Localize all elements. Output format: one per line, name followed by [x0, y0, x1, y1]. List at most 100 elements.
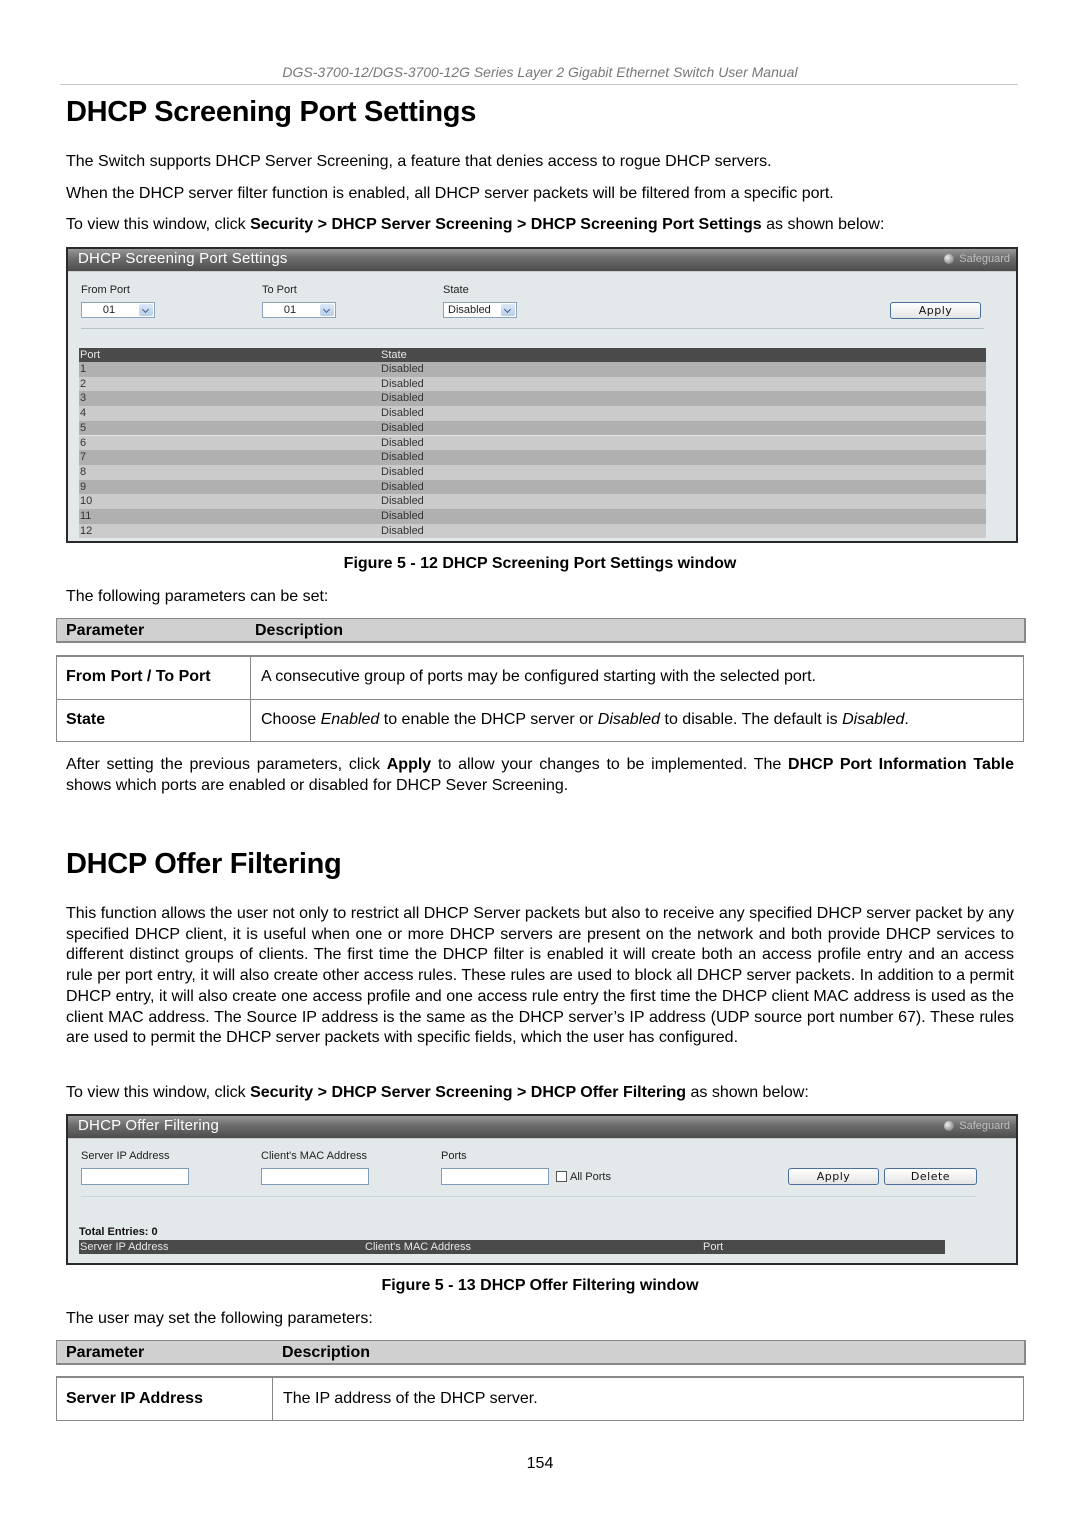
ports-input[interactable] — [441, 1168, 549, 1185]
desc-text: Choose — [261, 711, 321, 728]
safeguard-icon — [944, 254, 955, 264]
state-cell: Disabled — [381, 451, 424, 464]
window-titlebar: DHCP Screening Port Settings Safeguard — [68, 249, 1016, 272]
port-cell: 12 — [80, 524, 93, 537]
desc-text: . — [904, 711, 909, 728]
param-name: Server IP Address — [66, 1390, 203, 1407]
port-cell: 11 — [80, 510, 92, 522]
server-ip-label: Server IP Address — [81, 1150, 170, 1162]
desc-text: to disable. The default is — [660, 711, 843, 728]
para-text: After setting the previous parameters, c… — [66, 756, 387, 773]
param-name: State — [66, 711, 106, 728]
parameters-intro: The following parameters can be set: — [66, 588, 329, 605]
window-title: DHCP Screening Port Settings — [78, 250, 288, 267]
form-divider — [81, 328, 984, 329]
port-table-header: Port State — [79, 348, 986, 362]
chevron-down-icon — [320, 304, 334, 316]
port-cell: 1 — [80, 363, 87, 375]
apply-button[interactable]: Apply — [890, 302, 981, 319]
from-port-value: 01 — [102, 304, 116, 316]
table-row: 4 Disabled — [79, 406, 986, 421]
menu-path: Security > DHCP Server Screening > DHCP … — [250, 1084, 687, 1101]
page-number: 154 — [526, 1455, 554, 1472]
state-cell: Disabled — [381, 421, 424, 434]
parameter-column-header: Parameter — [66, 1344, 145, 1361]
parameter-table: From Port / To Port A consecutive group … — [56, 655, 1024, 742]
table-row: Server IP Address The IP address of the … — [57, 1377, 1023, 1421]
navigation-instruction-2: To view this window, click Security > DH… — [66, 1082, 809, 1103]
all-ports-checkbox[interactable] — [556, 1171, 567, 1182]
offer-filtering-description: This function allows the user not only t… — [66, 905, 1014, 1047]
table-row: 8 Disabled — [79, 464, 986, 480]
port-cell: 6 — [80, 436, 87, 449]
parameters-intro-2: The user may set the following parameter… — [66, 1310, 373, 1327]
all-ports-label: All Ports — [570, 1171, 611, 1183]
from-port-label: From Port — [81, 284, 130, 296]
state-cell: Disabled — [381, 524, 424, 537]
para-bold: Apply — [386, 756, 432, 773]
port-cell: 3 — [80, 392, 87, 405]
desc-text: to enable the DHCP server or — [379, 711, 598, 728]
chevron-down-icon — [139, 304, 153, 316]
intro-paragraph-1: The Switch supports DHCP Server Screenin… — [66, 153, 772, 170]
state-column-header: State — [381, 349, 407, 361]
state-select[interactable]: Disabled — [443, 302, 517, 318]
apply-button[interactable]: Apply — [788, 1168, 879, 1185]
header-rule — [60, 84, 1018, 85]
delete-button[interactable]: Delete — [884, 1168, 977, 1185]
port-cell: 9 — [80, 480, 87, 493]
port-cell: 10 — [80, 495, 93, 508]
safeguard-indicator: Safeguard — [944, 1120, 1010, 1132]
state-cell: Disabled — [381, 392, 424, 405]
table-row: 1 Disabled — [79, 362, 986, 377]
to-port-select[interactable]: 01 — [262, 302, 336, 318]
param-description: Choose Enabled to enable the DHCP server… — [261, 711, 909, 729]
port-cell: 4 — [80, 407, 87, 420]
safeguard-label: Safeguard — [959, 1120, 1010, 1132]
parameter-table-header: Parameter Description — [56, 618, 1026, 643]
window-title: DHCP Offer Filtering — [78, 1117, 219, 1134]
state-cell: Disabled — [381, 377, 424, 390]
state-cell: Disabled — [381, 495, 424, 508]
port-column-header: Port — [703, 1241, 724, 1253]
description-column-header: Description — [282, 1344, 371, 1361]
from-port-select[interactable]: 01 — [81, 302, 155, 318]
table-row: 2 Disabled — [79, 376, 986, 392]
table-row: 9 Disabled — [79, 479, 986, 495]
safeguard-indicator: Safeguard — [944, 253, 1010, 265]
table-row: From Port / To Port A consecutive group … — [57, 656, 1023, 700]
client-mac-input[interactable] — [261, 1168, 369, 1185]
param-description: A consecutive group of ports may be conf… — [261, 668, 816, 685]
dhcp-offer-filtering-window: DHCP Offer Filtering Safeguard Server IP… — [66, 1114, 1018, 1265]
table-row: 11 Disabled — [79, 509, 986, 524]
state-label: State — [443, 284, 469, 296]
figure-caption-5-13: Figure 5 - 13 DHCP Offer Filtering windo… — [381, 1277, 699, 1294]
state-cell: Disabled — [381, 363, 424, 375]
to-port-value: 01 — [283, 304, 297, 316]
port-cell: 2 — [80, 377, 87, 390]
desc-emphasis: Disabled — [842, 711, 905, 728]
to-port-label: To Port — [262, 284, 297, 296]
instruction-suffix: as shown below: — [761, 216, 885, 233]
state-value: Disabled — [448, 304, 491, 316]
table-row: 6 Disabled — [79, 435, 986, 451]
desc-emphasis: Disabled — [597, 711, 661, 728]
table-row: 5 Disabled — [79, 420, 986, 436]
server-ip-input[interactable] — [81, 1168, 189, 1185]
port-cell: 5 — [80, 421, 87, 434]
table-row: 3 Disabled — [79, 391, 986, 407]
parameter-table-header: Parameter Description — [56, 1340, 1026, 1365]
para-text: to allow your changes to be implemented.… — [431, 756, 789, 773]
instruction-text: To view this window, click — [66, 216, 251, 233]
table-row: State Choose Enabled to enable the DHCP … — [57, 699, 1023, 743]
state-cell: Disabled — [381, 510, 424, 522]
port-cell: 8 — [80, 465, 87, 478]
parameter-column-header: Parameter — [66, 622, 145, 639]
para-text: shows which ports are enabled or disable… — [66, 777, 569, 794]
chevron-down-icon — [501, 304, 515, 316]
client-mac-label: Client's MAC Address — [261, 1150, 368, 1162]
section-title-dhcp-screening: DHCP Screening Port Settings — [66, 96, 477, 128]
offer-table-header: Server IP Address Client's MAC Address P… — [79, 1240, 945, 1254]
total-entries: Total Entries: 0 — [79, 1226, 158, 1238]
param-name: From Port / To Port — [66, 668, 211, 685]
